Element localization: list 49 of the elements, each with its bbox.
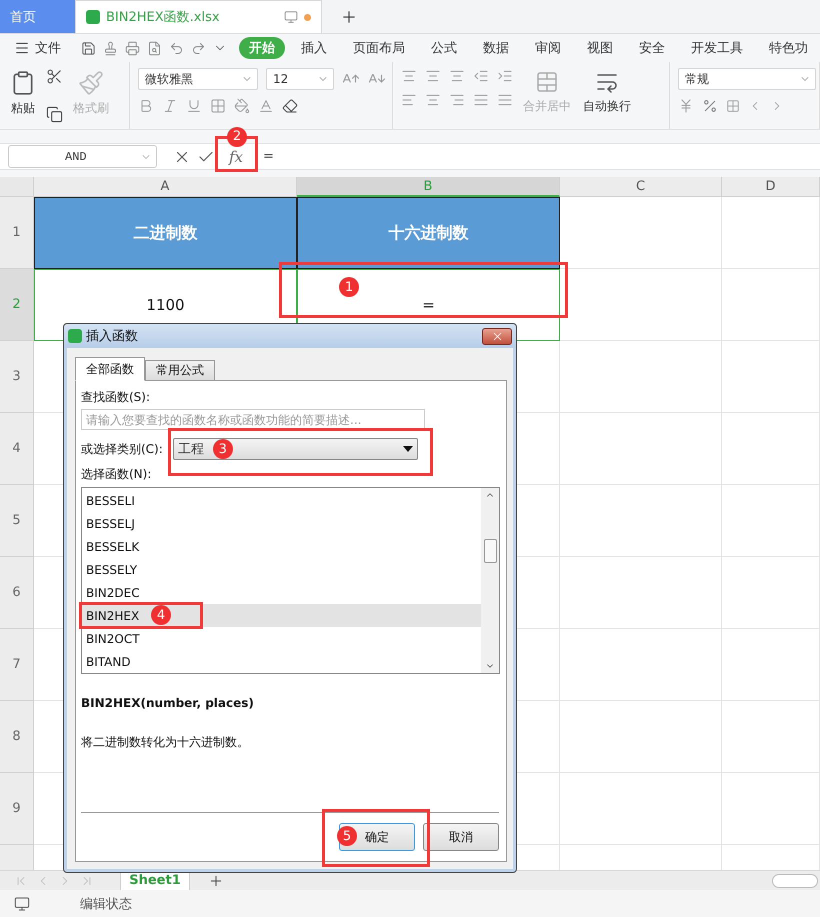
wrap-text-button[interactable]: 自动换行	[581, 68, 633, 123]
ribbon-tab[interactable]: 开发工具	[681, 37, 753, 59]
function-item[interactable]: BIN2DEC	[82, 581, 481, 604]
ribbon-tab[interactable]: 安全	[629, 37, 675, 59]
ribbon-tab[interactable]: 页面布局	[343, 37, 415, 59]
function-item[interactable]: BESSELK	[82, 535, 481, 558]
font-size-select[interactable]: 12	[266, 68, 334, 90]
function-item[interactable]: BESSELJ	[82, 512, 481, 535]
ribbon-tab[interactable]: 视图	[577, 37, 623, 59]
formula-text: =	[263, 149, 274, 164]
function-item[interactable]: BITAND	[82, 650, 481, 673]
row-header[interactable]: 4	[0, 413, 34, 485]
function-signature: BIN2HEX(number, places)	[81, 696, 255, 710]
ribbon-tab[interactable]: 审阅	[525, 37, 571, 59]
table-cell: 二进制数	[34, 197, 297, 269]
row-header[interactable]: 5	[0, 485, 34, 557]
function-item[interactable]: BESSELI	[82, 489, 481, 512]
row-header[interactable]: 6	[0, 557, 34, 629]
ribbon-tab[interactable]: 插入	[291, 37, 337, 59]
dialog-button[interactable]: 取消	[423, 823, 499, 851]
table-cell: 十六进制数	[297, 197, 560, 269]
status-text: 编辑状态	[80, 896, 132, 912]
number-format-select[interactable]: 常规	[678, 68, 816, 90]
ribbon-tab[interactable]: 公式	[421, 37, 467, 59]
search-label: 查找函数(S):	[81, 389, 152, 406]
row-header[interactable]: 3	[0, 341, 34, 413]
ribbon-tab[interactable]: 特色功	[759, 37, 818, 59]
function-description: 将二进制数转化为十六进制数。	[81, 734, 250, 751]
paste-button[interactable]: 粘贴	[8, 68, 38, 123]
column-header[interactable]: C	[560, 177, 722, 197]
name-box[interactable]: AND	[8, 145, 157, 168]
row-header[interactable]: 9	[0, 773, 34, 845]
row-header[interactable]: 7	[0, 629, 34, 701]
function-item[interactable]: BESSELY	[82, 558, 481, 581]
column-header[interactable]: D	[722, 177, 820, 197]
file-menu[interactable]: 文件	[14, 39, 69, 57]
ribbon-tab[interactable]: 数据	[473, 37, 519, 59]
dialog-tab[interactable]: 常用公式	[145, 360, 215, 381]
function-item[interactable]: BIN2OCT	[82, 627, 481, 650]
function-list-label: 选择函数(N):	[81, 466, 152, 483]
search-field[interactable]: 请输入您要查找的函数名称或函数功能的简要描述...	[81, 409, 425, 430]
step-badge: 1	[339, 277, 359, 297]
font-select[interactable]: 微软雅黑	[138, 68, 258, 90]
insert-function-button[interactable]: fx	[221, 148, 252, 166]
row-header[interactable]: 8	[0, 701, 34, 773]
category-label: 或选择类别(C):	[81, 440, 163, 458]
dialog-tab[interactable]: 全部函数	[75, 357, 145, 381]
row-header[interactable]: 1	[0, 197, 34, 269]
column-header[interactable]: A	[34, 177, 297, 197]
